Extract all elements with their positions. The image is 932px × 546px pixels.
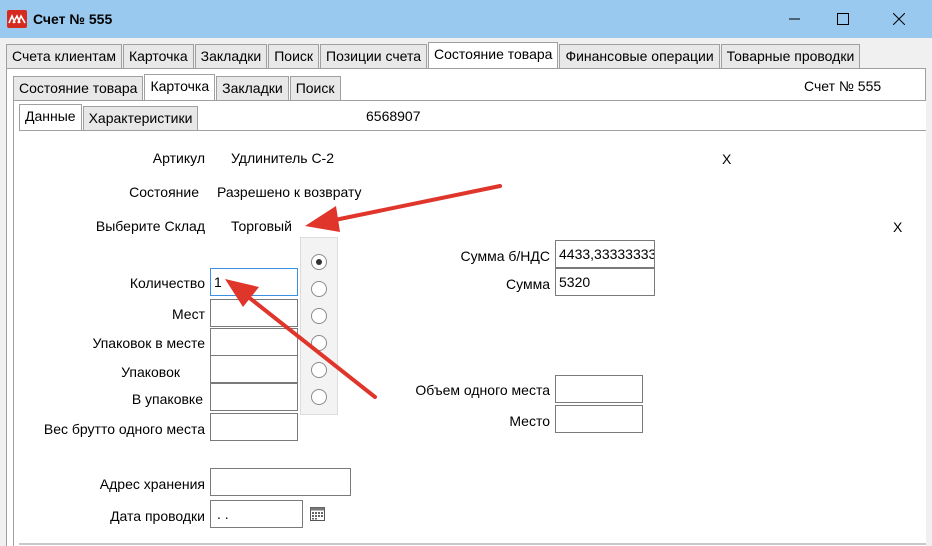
warehouse-radio-group xyxy=(300,237,338,415)
place-volume-label: Объем одного места xyxy=(415,382,550,398)
tab-goods-postings[interactable]: Товарные проводки xyxy=(720,44,861,68)
article-label: Артикул xyxy=(152,150,205,166)
quantity-input[interactable]: 1 xyxy=(210,268,298,296)
per-pack-input[interactable] xyxy=(210,383,298,411)
radio-option-4[interactable] xyxy=(311,335,327,351)
close-icon xyxy=(893,13,905,25)
posting-date-input[interactable]: . . xyxy=(210,500,303,528)
packs-per-place-label: Упаковок в месте xyxy=(92,335,205,351)
calendar-icon[interactable] xyxy=(310,506,325,524)
sum-input[interactable]: 5320 xyxy=(555,268,655,296)
innertab-characteristics[interactable]: Характеристики xyxy=(82,106,199,130)
close-button[interactable] xyxy=(876,0,922,38)
item-code-value: 6568907 xyxy=(366,108,433,124)
state-value: Разрешено к возврату xyxy=(217,184,362,200)
innertab-data[interactable]: Данные xyxy=(19,104,82,130)
subtab-search[interactable]: Поиск xyxy=(289,76,341,100)
tab-bookmarks[interactable]: Закладки xyxy=(194,44,268,68)
window-content: Счета клиентам Карточка Закладки Поиск П… xyxy=(0,38,932,546)
tab-financial-operations[interactable]: Финансовые операции xyxy=(559,44,720,68)
article-value: Удлинитель С-2 xyxy=(231,150,334,166)
place-volume-input[interactable] xyxy=(555,375,643,403)
radio-option-6[interactable] xyxy=(311,389,327,405)
app-logo-icon xyxy=(7,10,27,28)
place-label: Место xyxy=(509,413,550,429)
radio-option-3[interactable] xyxy=(311,308,327,324)
packs-label: Упаковок xyxy=(121,364,180,380)
minimize-icon xyxy=(789,18,800,20)
warehouse-label: Выберите Склад xyxy=(95,218,205,234)
radio-option-2[interactable] xyxy=(311,281,327,297)
tab-goods-state[interactable]: Состояние товара xyxy=(428,42,559,68)
storage-address-label: Адрес хранения xyxy=(99,476,205,492)
gross-weight-label: Вес брутто одного места xyxy=(43,421,205,437)
gross-weight-input[interactable] xyxy=(210,413,298,441)
posting-date-label: Дата проводки xyxy=(110,508,205,524)
state-label: Состояние xyxy=(129,184,199,200)
inner-tab-divider xyxy=(19,130,926,131)
sum-no-vat-input[interactable]: 4433,33333333 xyxy=(555,240,655,268)
radio-option-1[interactable] xyxy=(311,254,327,270)
sum-label: Сумма xyxy=(506,276,550,292)
tab-invoice-items[interactable]: Позиции счета xyxy=(320,44,428,68)
tab-search[interactable]: Поиск xyxy=(268,44,320,68)
sub-tab-bar: Состояние товара Карточка Закладки Поиск xyxy=(13,74,342,100)
warehouse-clear-button[interactable]: X xyxy=(893,219,902,235)
warehouse-value[interactable]: Торговый xyxy=(231,218,292,234)
maximize-icon xyxy=(837,13,849,25)
title-bar: Счет № 555 xyxy=(0,0,932,38)
sum-no-vat-label: Сумма б/НДС xyxy=(460,248,551,264)
maximize-button[interactable] xyxy=(820,0,866,38)
quantity-label: Количество xyxy=(129,275,205,291)
packs-input[interactable] xyxy=(210,355,298,383)
per-pack-label: В упаковке xyxy=(131,391,203,407)
radio-option-5[interactable] xyxy=(311,362,327,378)
place-input[interactable] xyxy=(555,405,643,433)
tab-card[interactable]: Карточка xyxy=(122,44,194,68)
invoice-number-label: Счет № 555 xyxy=(804,78,882,94)
top-tab-bar: Счета клиентам Карточка Закладки Поиск П… xyxy=(6,42,861,68)
places-label: Мест xyxy=(171,306,205,322)
subtab-bookmarks[interactable]: Закладки xyxy=(216,76,289,100)
inner-tab-bar: Данные Характеристики xyxy=(19,104,199,130)
minimize-button[interactable] xyxy=(772,0,818,38)
bottom-divider xyxy=(19,543,926,545)
window-title: Счет № 555 xyxy=(33,11,113,27)
subtab-goods-state[interactable]: Состояние товара xyxy=(13,76,144,100)
storage-address-input[interactable] xyxy=(210,468,351,496)
article-clear-button[interactable]: X xyxy=(722,151,731,167)
packs-per-place-input[interactable] xyxy=(210,328,298,356)
places-input[interactable] xyxy=(210,299,298,327)
tab-invoices[interactable]: Счета клиентам xyxy=(6,44,122,68)
subtab-card[interactable]: Карточка xyxy=(144,74,216,100)
